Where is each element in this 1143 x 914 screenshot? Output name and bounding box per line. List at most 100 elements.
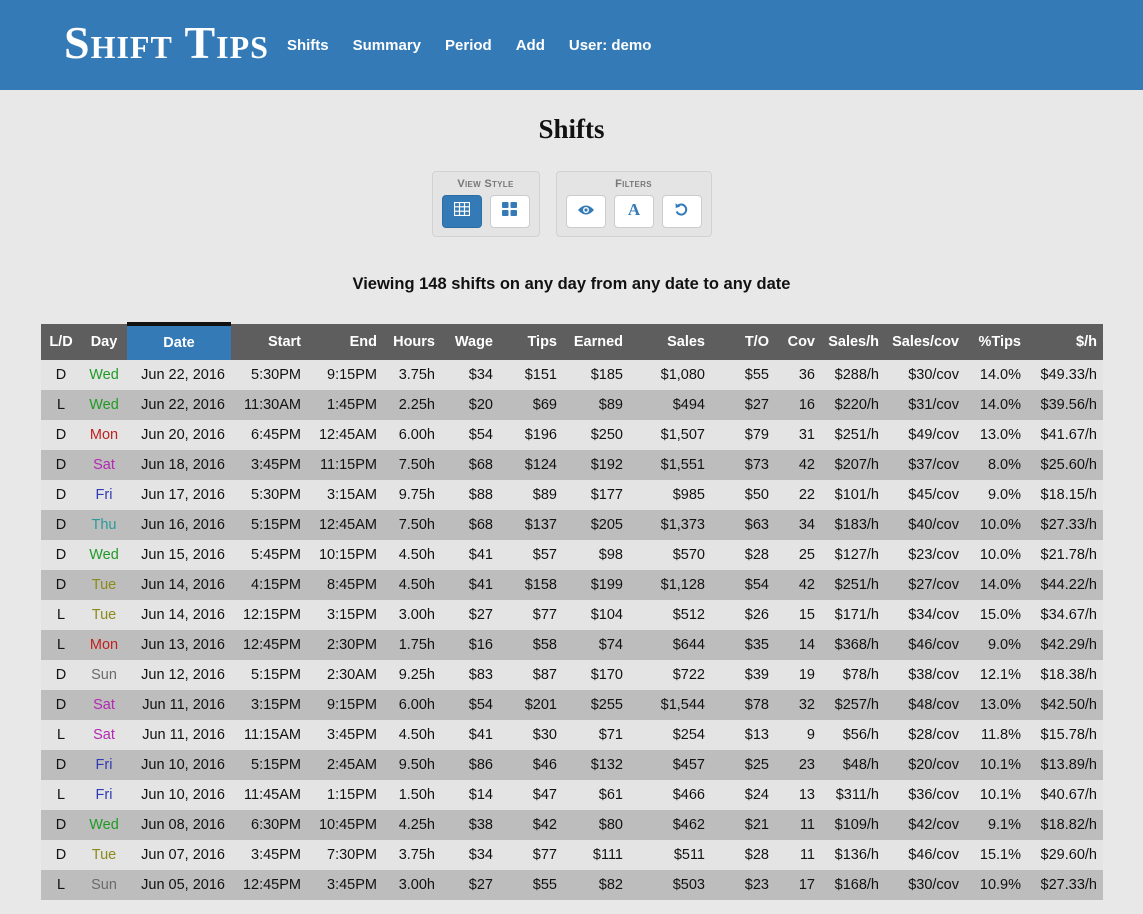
nav-period[interactable]: Period [445,37,492,54]
start-cell: 12:15PM [231,600,307,630]
start-cell: 12:45PM [231,870,307,900]
table-row[interactable]: D Thu Jun 16, 2016 5:15PM 12:45AM 7.50h $68 $13… [41,510,1103,540]
day-cell: Sun [81,870,127,900]
shift-type-cell: L [41,390,81,420]
wage-cell: $54 [441,690,499,720]
wage-cell: $41 [441,720,499,750]
start-cell: 4:15PM [231,570,307,600]
sales-cell: $512 [629,600,711,630]
sales-cov-cell: $48/cov [885,690,965,720]
column-header-earned[interactable]: Earned [563,324,629,360]
start-cell: 12:45PM [231,630,307,660]
cov-cell: 42 [775,570,821,600]
day-cell: Fri [81,780,127,810]
date-cell: Jun 13, 2016 [127,630,231,660]
table-row[interactable]: D Mon Jun 20, 2016 6:45PM 12:45AM 6.00h $54 $19… [41,420,1103,450]
day-cell: Mon [81,630,127,660]
h-cell: $21.78/h [1027,540,1103,570]
tips-cell: 10.0% [965,540,1027,570]
tips-cell: 15.1% [965,840,1027,870]
sales-h-cell: $220/h [821,390,885,420]
table-row[interactable]: D Wed Jun 08, 2016 6:30PM 10:45PM 4.25h $38 $42… [41,810,1103,840]
table-row[interactable]: D Sun Jun 12, 2016 5:15PM 2:30AM 9.25h $83 $87 $… [41,660,1103,690]
t-o-cell: $13 [711,720,775,750]
nav-user[interactable]: User: demo [569,37,652,54]
earned-cell: $82 [563,870,629,900]
column-header-sales-h[interactable]: Sales/h [821,324,885,360]
column-header-sales[interactable]: Sales [629,324,711,360]
table-row[interactable]: D Fri Jun 17, 2016 5:30PM 3:15AM 9.75h $88 $89 $… [41,480,1103,510]
nav-add[interactable]: Add [516,37,545,54]
t-o-cell: $28 [711,540,775,570]
font-filter-button[interactable]: A [613,195,654,228]
table-row[interactable]: D Fri Jun 10, 2016 5:15PM 2:45AM 9.50h $86 $46 $… [41,750,1103,780]
column-header-wage[interactable]: Wage [441,324,499,360]
column-header-sales-cov[interactable]: Sales/cov [885,324,965,360]
sales-cell: $1,080 [629,360,711,390]
card-view-button[interactable] [489,195,530,228]
t-o-cell: $50 [711,480,775,510]
table-row[interactable]: L Fri Jun 10, 2016 11:45AM 1:15PM 1.50h $14 $47… [41,780,1103,810]
tips-cell: 8.0% [965,450,1027,480]
shift-type-cell: D [41,840,81,870]
nav-summary[interactable]: Summary [353,37,421,54]
cov-cell: 14 [775,630,821,660]
column-header-l-d[interactable]: L/D [41,324,81,360]
day-cell: Fri [81,480,127,510]
end-cell: 12:45AM [307,510,383,540]
column-header-day[interactable]: Day [81,324,127,360]
table-row[interactable]: D Tue Jun 07, 2016 3:45PM 7:30PM 3.75h $34 $77 $… [41,840,1103,870]
nav-shifts[interactable]: Shifts [287,37,329,54]
sales-cov-cell: $45/cov [885,480,965,510]
day-cell: Fri [81,750,127,780]
visibility-filter-button[interactable] [565,195,606,228]
h-cell: $25.60/h [1027,450,1103,480]
hours-cell: 1.50h [383,780,441,810]
table-row[interactable]: L Sat Jun 11, 2016 11:15AM 3:45PM 4.50h $41 $30… [41,720,1103,750]
column-header-end[interactable]: End [307,324,383,360]
sales-cov-cell: $46/cov [885,630,965,660]
wage-cell: $41 [441,540,499,570]
table-row[interactable]: D Wed Jun 15, 2016 5:45PM 10:15PM 4.50h $41 $57… [41,540,1103,570]
start-cell: 6:30PM [231,810,307,840]
hours-cell: 3.75h [383,840,441,870]
cov-cell: 42 [775,450,821,480]
h-cell: $13.89/h [1027,750,1103,780]
table-row[interactable]: D Wed Jun 22, 2016 5:30PM 9:15PM 3.75h $34 $151… [41,360,1103,390]
sales-cov-cell: $30/cov [885,870,965,900]
table-row[interactable]: L Tue Jun 14, 2016 12:15PM 3:15PM 3.00h $27 $77… [41,600,1103,630]
four-squares-icon [502,202,517,221]
table-row[interactable]: L Wed Jun 22, 2016 11:30AM 1:45PM 2.25h $20 $69… [41,390,1103,420]
table-row[interactable]: D Sat Jun 18, 2016 3:45PM 11:15PM 7.50h $68 $12… [41,450,1103,480]
column-header-hours[interactable]: Hours [383,324,441,360]
day-cell: Tue [81,840,127,870]
table-row[interactable]: D Sat Jun 11, 2016 3:15PM 9:15PM 6.00h $54 $201… [41,690,1103,720]
sales-cell: $494 [629,390,711,420]
column-header-start[interactable]: Start [231,324,307,360]
sales-h-cell: $56/h [821,720,885,750]
start-cell: 6:45PM [231,420,307,450]
table-view-button[interactable] [441,195,482,228]
column-header-date[interactable]: Date [127,322,231,360]
h-cell: $34.67/h [1027,600,1103,630]
table-row[interactable]: L Mon Jun 13, 2016 12:45PM 2:30PM 1.75h $16 $58… [41,630,1103,660]
column-header-h[interactable]: $/h [1027,324,1103,360]
end-cell: 12:45AM [307,420,383,450]
cov-cell: 25 [775,540,821,570]
column-header-t-o[interactable]: T/O [711,324,775,360]
reset-filter-button[interactable] [661,195,702,228]
day-cell: Sat [81,720,127,750]
earned-cell: $61 [563,780,629,810]
table-row[interactable]: L Sun Jun 05, 2016 12:45PM 3:45PM 3.00h $27 $55… [41,870,1103,900]
tips-cell: 14.0% [965,390,1027,420]
h-cell: $49.33/h [1027,360,1103,390]
hours-cell: 4.50h [383,540,441,570]
column-header-tips[interactable]: Tips [499,324,563,360]
brand-logo[interactable]: Shift Tips [64,16,269,69]
table-row[interactable]: D Tue Jun 14, 2016 4:15PM 8:45PM 4.50h $41 $158… [41,570,1103,600]
day-cell: Wed [81,390,127,420]
sales-cell: $1,373 [629,510,711,540]
earned-cell: $192 [563,450,629,480]
column-header-tips[interactable]: %Tips [965,324,1027,360]
column-header-cov[interactable]: Cov [775,324,821,360]
